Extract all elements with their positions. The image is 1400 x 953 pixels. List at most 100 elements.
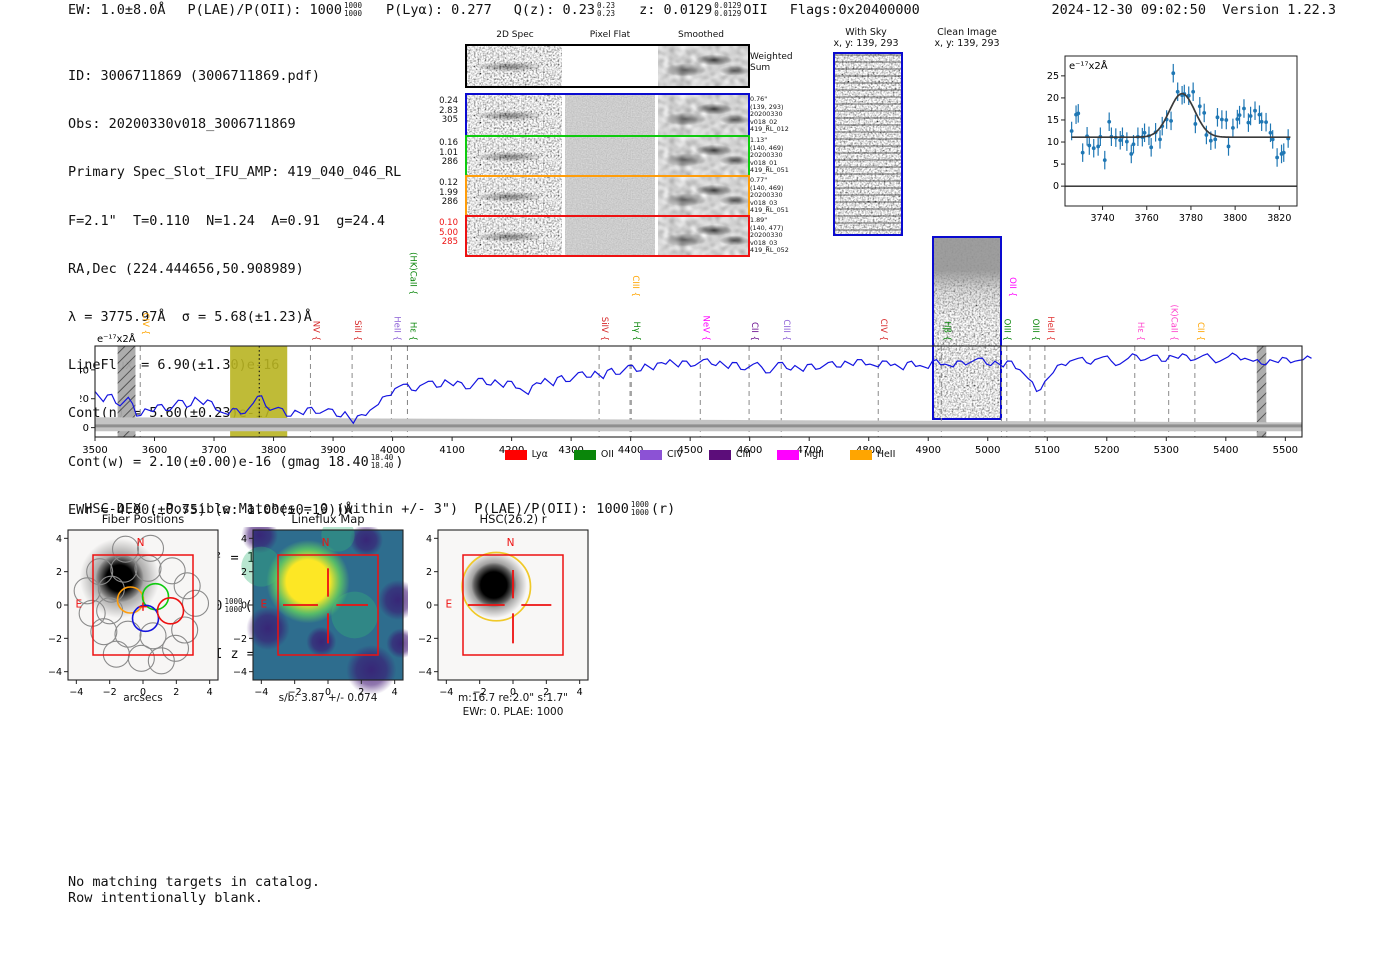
svg-text:10: 10 [1047,137,1059,148]
row4-left-label: 0.10 5.00 285 [439,218,458,247]
svg-text:CII {: CII { [749,322,759,341]
legend-item: CIV [639,449,683,460]
svg-text:E: E [261,599,268,611]
svg-text:−2: −2 [418,634,432,645]
header-ew: EW: 1.0±8.0Å [68,2,166,18]
spec2d-row [465,215,750,257]
svg-text:−2: −2 [233,634,247,645]
svg-text:15: 15 [1047,115,1059,126]
hsc-xlabel-2: EWr: 0. PLAE: 1000 [462,706,564,718]
header-plae: P(LAE)/P(OII): 1000 1000 1000 [187,1,363,18]
svg-text:e⁻¹⁷x2Å: e⁻¹⁷x2Å [97,332,136,345]
hsc-xlabel-1: m:16.7 re:2.0" s:1.7" [458,692,568,704]
svg-text:e⁻¹⁷x2Å: e⁻¹⁷x2Å [1069,59,1108,72]
lineflux-xlabel: s/b: 3.87 +/- 0.074 [278,692,378,704]
svg-text:0: 0 [1053,181,1059,192]
svg-text:−4: −4 [48,667,62,678]
svg-text:CIII {: CIII { [630,275,640,297]
svg-text:25: 25 [1047,71,1059,82]
svg-text:OIII {: OIII { [1030,319,1040,341]
row2-right-label: 1.13" (140, 469) 20200330 v018_01 419_RL… [750,136,789,175]
svg-text:4: 4 [426,534,432,545]
legend-swatch [776,449,799,460]
clean-image-coords: x, y: 139, 293 [934,38,1000,49]
svg-text:CIV {: CIV { [140,313,150,335]
col-header-2dspec: 2D Spec [496,30,534,40]
fiber-positions-plot: N E −4 −4 −2 −2 0 0 2 2 4 4 [33,527,223,713]
svg-text:3780: 3780 [1179,213,1203,224]
col-header-pixelflat: Pixel Flat [589,30,631,40]
svg-text:0: 0 [56,601,62,612]
legend-swatch [849,449,872,460]
svg-text:3820: 3820 [1267,213,1291,224]
svg-text:20: 20 [80,394,89,405]
with-sky-title: With Sky [845,27,887,38]
svg-text:CIII {: CIII { [781,319,791,341]
svg-text:3740: 3740 [1090,213,1114,224]
info-primary-spec: Primary Spec_Slot_IFU_AMP: 419_040_046_R… [68,164,402,181]
spec2d-row [465,93,750,137]
svg-text:CII {: CII { [1195,322,1205,341]
legend-item: HeII [849,449,895,460]
svg-text:2: 2 [426,567,432,578]
legend-swatch [573,449,596,460]
hsc-cutout-title: HSC(26.2) r [479,512,547,526]
spectrum-legend: Lyα OII CIV CIII MgII HeII [80,449,1320,460]
svg-text:NV {: NV { [310,321,320,341]
with-sky-image [833,52,903,236]
svg-text:2: 2 [56,567,62,578]
svg-text:(K)CaII {: (K)CaII { [1169,305,1179,341]
header-flags: Flags:0x20400000 [789,2,920,18]
svg-text:N: N [137,537,145,549]
svg-text:−4: −4 [233,667,247,678]
svg-text:E: E [446,599,453,611]
svg-text:OIII {: OIII { [1001,319,1011,341]
svg-text:Hε {: Hε { [1135,322,1145,341]
legend-item: Lyα [504,449,548,460]
header-z: z: 0.0129 0.0129 0.0129 OII [639,1,768,18]
legend-item: CIII [708,449,751,460]
svg-text:2: 2 [241,567,247,578]
info-id: ID: 3006711869 (3006711869.pdf) [68,68,320,84]
svg-text:4: 4 [241,534,247,545]
svg-text:NeV {: NeV { [700,315,710,341]
svg-text:CIV {: CIV { [878,319,888,341]
legend-swatch [708,449,731,460]
svg-text:40: 40 [80,365,89,376]
lineflux-map-plot: N E −4 −4 −2 −2 0 0 2 2 4 4 [218,516,418,713]
spec2d-row [465,44,750,88]
row1-right-label: 0.76" (139, 293) 20200330 v018_02 419_RL… [750,95,789,134]
svg-text:(HK)CaII {: (HK)CaII { [407,252,417,295]
fiber-xlabel: arcsecs [123,692,163,704]
svg-text:E: E [76,599,83,611]
header-plya: P(Lyα): 0.277 [386,2,492,18]
svg-text:OII {: OII { [1007,277,1017,297]
svg-text:5: 5 [1053,159,1059,170]
line-fit-chart: 3740 3760 3780 3800 3820 0 5 10 15 20 25 e⁻¹⁷x2Å [1035,50,1305,236]
legend-item: MgII [776,449,824,460]
header-timestamp-version: 2024-12-30 09:02:50 Version 1.22.3 [1051,2,1336,18]
clean-image-title: Clean Image [937,27,997,38]
weighted-sum-label: Weighted Sum [750,52,793,73]
svg-text:SiIV {: SiIV { [599,317,609,341]
row4-right-label: 1.89" (140, 477) 20200330 v018_03 419_RL… [750,216,789,255]
info-obs: Obs: 20200330v018_3006711869 [68,116,296,133]
spec2d-row [465,175,750,217]
legend-swatch [639,449,662,460]
svg-text:Hγ {: Hγ { [631,321,641,341]
svg-text:Hβ {: Hβ { [941,321,951,341]
row2-left-label: 0.16 1.01 286 [439,138,458,167]
full-spectrum-chart: CIV {NV {SiII {HeII {Hε {(HK)CaII {SiIV … [76,252,1320,468]
legend-item: OII [573,449,614,460]
spec2d-row [465,135,750,177]
svg-text:4: 4 [56,534,62,545]
svg-text:N: N [322,537,330,549]
footer-line-1: No matching targets in catalog. [68,874,320,890]
svg-text:−2: −2 [48,634,62,645]
header-qz: Q(z): 0.23 0.23 0.23 [513,1,616,18]
row3-left-label: 0.12 1.99 286 [439,178,458,207]
svg-text:HeII {: HeII { [1045,316,1055,341]
lineflux-map-title: Lineflux Map [291,512,365,526]
svg-text:N: N [507,537,515,549]
col-header-smoothed: Smoothed [678,30,724,40]
